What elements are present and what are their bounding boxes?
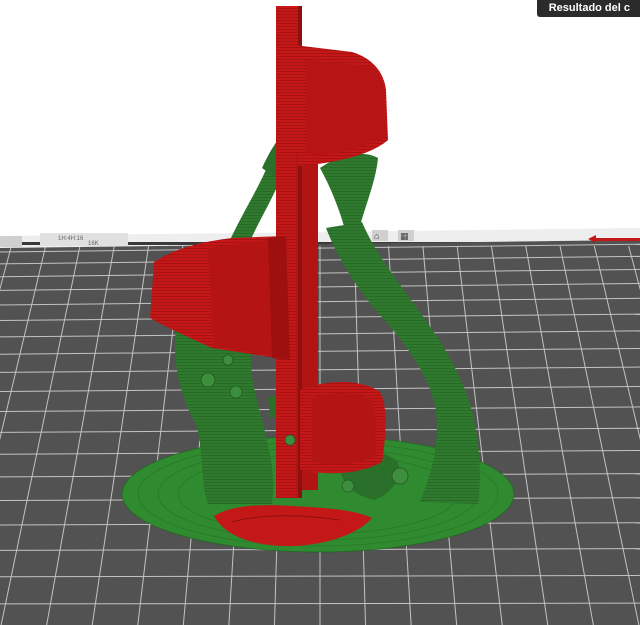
home-icon: ⌂ xyxy=(374,231,379,241)
3d-scene[interactable]: 1H:4H:16 16K ⌂ ▦ xyxy=(0,0,640,625)
grid-icon: ▦ xyxy=(400,231,409,241)
printer-panel-line-1: 1H:4H:16 xyxy=(58,236,84,242)
printer-panel-line-2: 16K xyxy=(88,241,99,247)
layer-view-viewport[interactable]: 1H:4H:16 16K ⌂ ▦ xyxy=(0,0,640,625)
slicer-result-tooltip: Resultado del c xyxy=(536,0,640,17)
